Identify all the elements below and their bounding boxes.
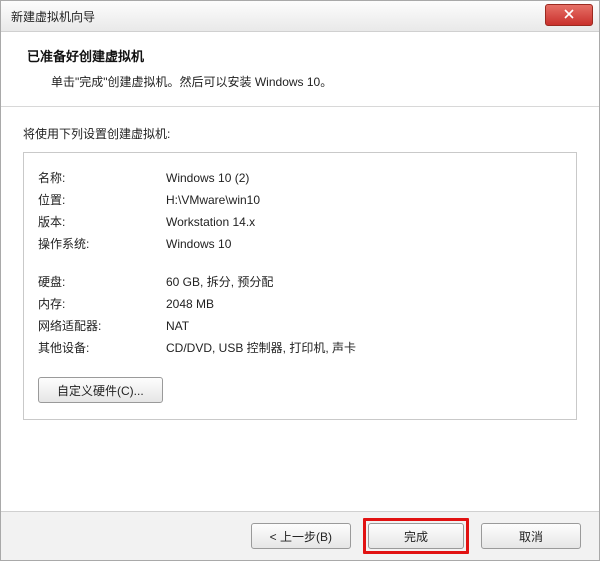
value-network: NAT (166, 315, 562, 337)
row-version: 版本: Workstation 14.x (38, 211, 562, 233)
value-disk: 60 GB, 拆分, 预分配 (166, 271, 562, 293)
value-name: Windows 10 (2) (166, 167, 562, 189)
label-os: 操作系统: (38, 233, 166, 255)
finish-highlight-frame: 完成 (363, 518, 469, 554)
row-name: 名称: Windows 10 (2) (38, 167, 562, 189)
back-button[interactable]: < 上一步(B) (251, 523, 351, 549)
row-location: 位置: H:\VMware\win10 (38, 189, 562, 211)
wizard-body: 将使用下列设置创建虚拟机: 名称: Windows 10 (2) 位置: H:\… (1, 107, 599, 420)
row-os: 操作系统: Windows 10 (38, 233, 562, 255)
label-memory: 内存: (38, 293, 166, 315)
wizard-footer: < 上一步(B) 完成 取消 (1, 511, 599, 560)
label-network: 网络适配器: (38, 315, 166, 337)
window-title: 新建虚拟机向导 (11, 8, 95, 25)
row-other: 其他设备: CD/DVD, USB 控制器, 打印机, 声卡 (38, 337, 562, 359)
titlebar: 新建虚拟机向导 (1, 1, 599, 32)
close-button[interactable] (545, 4, 593, 26)
label-disk: 硬盘: (38, 271, 166, 293)
settings-panel: 名称: Windows 10 (2) 位置: H:\VMware\win10 版… (23, 152, 577, 420)
row-network: 网络适配器: NAT (38, 315, 562, 337)
value-other: CD/DVD, USB 控制器, 打印机, 声卡 (166, 337, 562, 359)
value-location: H:\VMware\win10 (166, 189, 562, 211)
label-version: 版本: (38, 211, 166, 233)
header-title: 已准备好创建虚拟机 (27, 46, 573, 65)
intro-text: 将使用下列设置创建虚拟机: (23, 125, 577, 142)
value-version: Workstation 14.x (166, 211, 562, 233)
value-os: Windows 10 (166, 233, 562, 255)
row-memory: 内存: 2048 MB (38, 293, 562, 315)
cancel-button[interactable]: 取消 (481, 523, 581, 549)
wizard-window: 新建虚拟机向导 已准备好创建虚拟机 单击"完成"创建虚拟机。然后可以安装 Win… (0, 0, 600, 561)
wizard-header: 已准备好创建虚拟机 单击"完成"创建虚拟机。然后可以安装 Windows 10。 (1, 32, 599, 107)
value-memory: 2048 MB (166, 293, 562, 315)
customize-wrap: 自定义硬件(C)... (38, 377, 562, 403)
label-name: 名称: (38, 167, 166, 189)
row-disk: 硬盘: 60 GB, 拆分, 预分配 (38, 271, 562, 293)
header-subtitle: 单击"完成"创建虚拟机。然后可以安装 Windows 10。 (27, 73, 573, 90)
finish-button[interactable]: 完成 (368, 523, 464, 549)
close-icon (564, 8, 574, 22)
customize-hardware-button[interactable]: 自定义硬件(C)... (38, 377, 163, 403)
label-other: 其他设备: (38, 337, 166, 359)
spacer (38, 255, 562, 271)
label-location: 位置: (38, 189, 166, 211)
